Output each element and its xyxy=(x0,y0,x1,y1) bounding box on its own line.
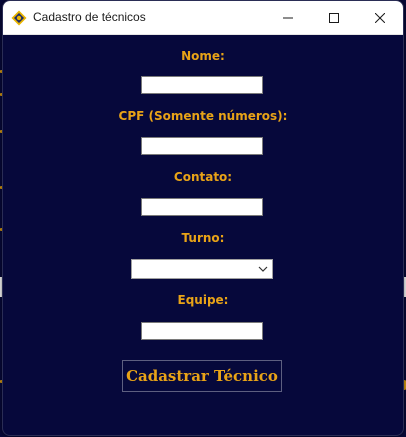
minimize-icon xyxy=(283,17,293,18)
gear-app-icon xyxy=(11,10,27,26)
turno-label: Turno: xyxy=(181,231,225,245)
app-window: Cadastro de técnicos Nome: CPF (Somente … xyxy=(2,0,404,436)
chevron-down-icon xyxy=(258,266,268,272)
window-title: Cadastro de técnicos xyxy=(33,10,146,24)
nome-input[interactable] xyxy=(141,76,263,94)
nome-label: Nome: xyxy=(181,49,225,63)
contato-input[interactable] xyxy=(141,198,263,216)
form-area: Nome: CPF (Somente números): Contato: Tu… xyxy=(3,35,403,435)
equipe-label: Equipe: xyxy=(177,293,229,307)
turno-select[interactable] xyxy=(131,259,273,279)
close-button[interactable] xyxy=(357,1,403,34)
close-icon xyxy=(375,12,385,23)
maximize-icon xyxy=(329,12,339,23)
minimize-button[interactable] xyxy=(265,1,311,34)
title-bar[interactable]: Cadastro de técnicos xyxy=(3,1,403,35)
cpf-input[interactable] xyxy=(141,137,263,155)
maximize-button[interactable] xyxy=(311,1,357,34)
cpf-label: CPF (Somente números): xyxy=(118,109,288,123)
contato-label: Contato: xyxy=(173,170,233,184)
equipe-input[interactable] xyxy=(141,322,263,340)
cadastrar-tecnico-button[interactable]: Cadastrar Técnico xyxy=(122,360,282,392)
